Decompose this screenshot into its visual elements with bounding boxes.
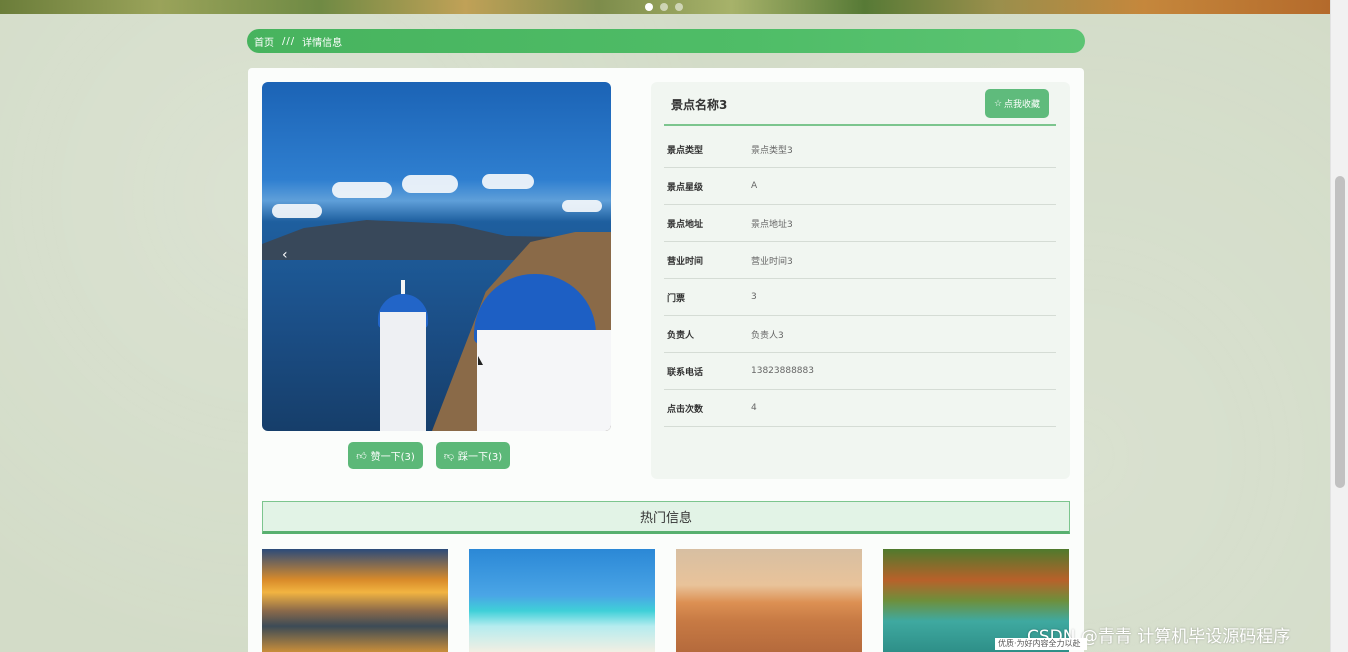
page-scrollbar[interactable] (1330, 0, 1348, 652)
info-label: 景点地址 (667, 219, 704, 230)
carousel-dot[interactable] (645, 3, 653, 11)
breadcrumb: 首页 /// 详情信息 (247, 29, 1085, 53)
hot-item-thumbnail[interactable] (676, 549, 862, 652)
collect-button-label: 点我收藏 (1004, 100, 1041, 110)
info-value: 营业时间3 (751, 256, 793, 267)
photo-bell-tower (380, 312, 426, 431)
dislike-button[interactable]: 👎︎ 踩一下(3) (436, 442, 510, 469)
photo-cloud (272, 204, 322, 218)
thumbs-down-icon: 👎︎ (443, 450, 454, 462)
carousel-dot[interactable] (660, 3, 668, 11)
photo-cloud (332, 182, 392, 198)
info-row-hours: 营业时间 营业时间3 (664, 242, 1056, 279)
info-value: 负责人3 (751, 330, 784, 341)
photo-cloud (482, 174, 534, 189)
like-button[interactable]: 👍︎ 赞一下(3) (348, 442, 423, 469)
info-value: 景点类型3 (751, 145, 793, 156)
info-rows: 景点类型 景点类型3 景点星级 A 景点地址 景点地址3 营业时间 营业时间3 … (664, 131, 1056, 427)
info-row-type: 景点类型 景点类型3 (664, 131, 1056, 168)
hot-item-thumbnail[interactable] (262, 549, 448, 652)
breadcrumb-separator: /// (282, 35, 296, 47)
info-label: 营业时间 (667, 256, 704, 267)
info-row-address: 景点地址 景点地址3 (664, 205, 1056, 242)
top-banner-carousel[interactable] (0, 0, 1330, 14)
attraction-name: 景点名称3 (671, 98, 728, 112)
like-button-label: 赞一下(3) (370, 452, 415, 463)
info-value: A (751, 181, 758, 191)
photo-cloud (562, 200, 602, 212)
chevron-left-icon[interactable]: ‹ (282, 247, 288, 263)
thumbs-up-icon: 👍︎ (356, 450, 367, 462)
attraction-photo-carousel[interactable]: ‹ (262, 82, 611, 431)
info-value: 3 (751, 292, 757, 302)
info-label: 联系电话 (667, 367, 704, 378)
collect-button[interactable]: ☆ 点我收藏 (985, 89, 1049, 118)
info-row-phone: 联系电话 13823888883 (664, 353, 1056, 390)
info-value: 景点地址3 (751, 219, 793, 230)
info-row-rating: 景点星级 A (664, 168, 1056, 205)
carousel-dot[interactable] (675, 3, 683, 11)
breadcrumb-current: 详情信息 (302, 37, 343, 49)
photo-cloud (402, 175, 458, 193)
info-label: 门票 (667, 293, 686, 304)
info-label: 景点类型 (667, 145, 704, 156)
info-row-ticket: 门票 3 (664, 279, 1056, 316)
hot-info-header: 热门信息 (262, 501, 1070, 534)
info-label: 点击次数 (667, 404, 704, 415)
watermark-badge: 优质·为好内容全力以赴 (995, 638, 1087, 650)
mouse-cursor-icon (478, 356, 483, 365)
photo-church (477, 330, 611, 431)
dislike-button-label: 踩一下(3) (457, 452, 503, 463)
info-value: 4 (751, 403, 757, 413)
info-row-clicks: 点击次数 4 (664, 390, 1056, 427)
info-label: 负责人 (667, 330, 695, 341)
hot-item-thumbnail[interactable] (469, 549, 655, 652)
hot-info-title: 热门信息 (639, 511, 692, 526)
info-value: 13823888883 (751, 366, 814, 376)
star-icon: ☆ (993, 98, 1003, 109)
info-label: 景点星级 (667, 182, 704, 193)
title-divider (664, 124, 1056, 126)
scrollbar-thumb[interactable] (1335, 176, 1345, 488)
info-row-manager: 负责人 负责人3 (664, 316, 1056, 353)
breadcrumb-home-link[interactable]: 首页 (254, 34, 274, 49)
carousel-indicators (645, 0, 683, 14)
photo-cross (401, 280, 405, 294)
